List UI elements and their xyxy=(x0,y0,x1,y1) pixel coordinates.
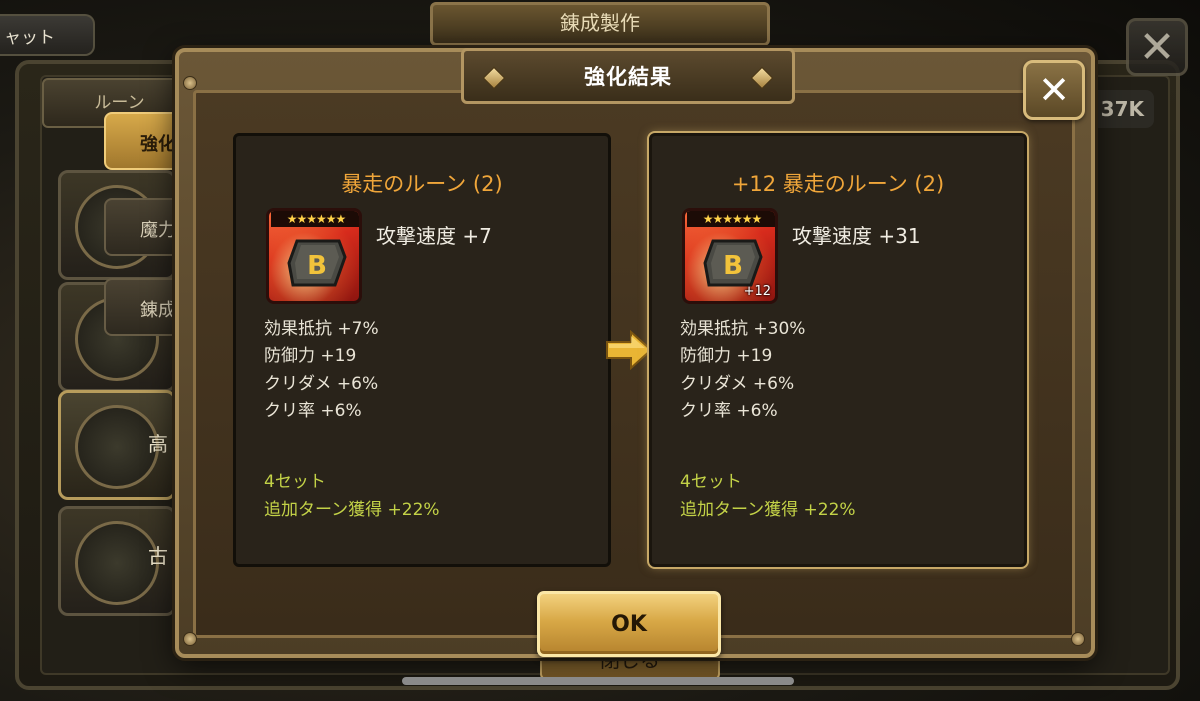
sub-stat: 効果抵抗 +7% xyxy=(264,319,379,339)
sub-stat: 防御力 +19 xyxy=(264,346,357,367)
right-arrow-icon xyxy=(606,330,653,370)
chat-tab[interactable]: ャット xyxy=(0,14,95,56)
corner-rivet xyxy=(183,76,197,90)
svg-text:B: B xyxy=(723,251,743,281)
close-icon: ✕ xyxy=(1038,68,1070,112)
background-close-icon[interactable]: ✕ xyxy=(1126,18,1188,76)
sub-stat: 防御力 +19 xyxy=(680,346,773,367)
modal-title-banner: 強化結果 xyxy=(461,48,795,104)
rune-stone-icon: B xyxy=(703,239,763,287)
corner-rivet xyxy=(183,632,197,646)
set-bonus: 追加ターン獲得 +22% xyxy=(680,500,856,520)
rune-icon: ★★★★★★ B +12 xyxy=(682,208,778,304)
sub-stat: クリ率 +6% xyxy=(680,400,778,421)
main-stat: 攻撃速度 +31 xyxy=(792,224,921,248)
diamond-ornament-icon xyxy=(750,66,774,90)
close-button[interactable]: ✕ xyxy=(1023,60,1085,120)
rune-stars: ★★★★★★ xyxy=(271,211,359,227)
upgrade-result-modal: 強化結果 ✕ 暴走のルーン (2) ★★★★★★ B 攻撃速度 +7 効果抵抗 … xyxy=(175,48,1095,658)
sub-stat: クリダメ +6% xyxy=(680,373,795,394)
rune-icon: ★★★★★★ B xyxy=(266,208,362,304)
magic-circle-icon xyxy=(75,405,159,489)
set-count: 4セット xyxy=(680,472,742,492)
diamond-ornament-icon xyxy=(482,66,506,90)
corner-rivet xyxy=(1071,632,1085,646)
side-label: 古 xyxy=(148,544,168,568)
rune-level-badge: +12 xyxy=(743,284,771,299)
side-label: 高 xyxy=(148,432,168,456)
background-title: 錬成製作 xyxy=(430,2,770,46)
set-bonus: 追加ターン獲得 +22% xyxy=(264,500,440,520)
set-info: 4セット 追加ターン獲得 +22% xyxy=(680,468,856,524)
rune-stars: ★★★★★★ xyxy=(687,211,775,227)
sub-stat: クリダメ +6% xyxy=(264,373,379,394)
rune-card-after: +12 暴走のルーン (2) ★★★★★★ B +12 攻撃速度 +31 効果抵… xyxy=(649,133,1027,567)
main-stat: 攻撃速度 +7 xyxy=(376,224,492,248)
modal-title: 強化結果 xyxy=(584,65,672,89)
sub-stats-list: 効果抵抗 +7% 防御力 +19 クリダメ +6% クリ率 +6% xyxy=(264,316,379,425)
game-screen: 錬成製作 ャット ✕ ルーン 37K 高 古 強化 魔力変 錬成 閉じる 強化結… xyxy=(0,0,1200,701)
set-info: 4セット 追加ターン獲得 +22% xyxy=(264,468,440,524)
set-count: 4セット xyxy=(264,472,326,492)
rune-card-before: 暴走のルーン (2) ★★★★★★ B 攻撃速度 +7 効果抵抗 +7% 防御力… xyxy=(233,133,611,567)
sub-stats-list: 効果抵抗 +30% 防御力 +19 クリダメ +6% クリ率 +6% xyxy=(680,316,805,425)
rune-name: +12 暴走のルーン (2) xyxy=(731,172,945,196)
rune-stone-icon: B xyxy=(287,239,347,287)
sub-stat: クリ率 +6% xyxy=(264,400,362,421)
magic-circle-icon xyxy=(75,521,159,605)
ok-button[interactable]: OK xyxy=(537,591,721,657)
svg-text:B: B xyxy=(307,251,327,281)
home-indicator[interactable] xyxy=(402,677,794,685)
rune-name: 暴走のルーン (2) xyxy=(341,172,503,196)
sub-stat: 効果抵抗 +30% xyxy=(680,319,806,339)
